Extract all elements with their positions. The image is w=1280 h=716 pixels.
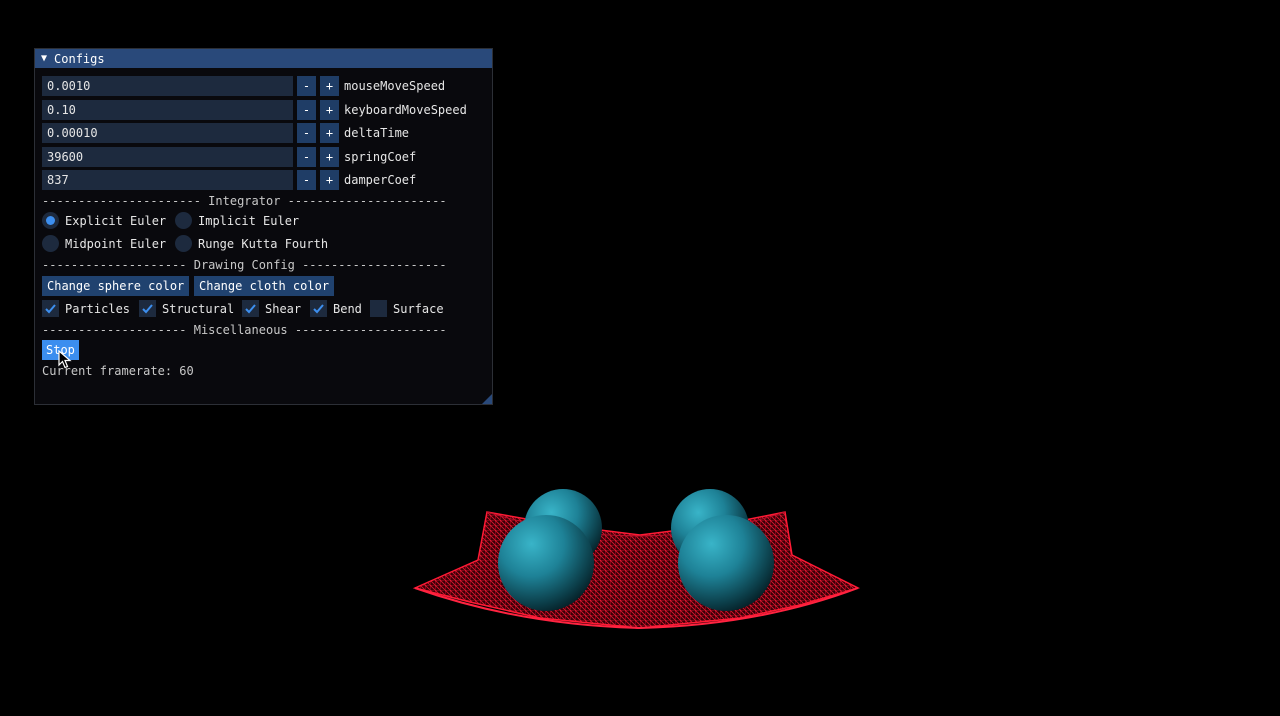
checkbox-label: Particles bbox=[65, 301, 131, 316]
checkmark-icon bbox=[313, 304, 324, 314]
param-row-keyboard-move-speed: 0.10 - + keyboardMoveSpeed bbox=[42, 100, 467, 120]
damper-coef-decrement-button[interactable]: - bbox=[297, 170, 316, 190]
spring-coef-decrement-button[interactable]: - bbox=[297, 147, 316, 167]
radio-button-icon[interactable] bbox=[175, 235, 192, 252]
integrator-separator: ---------------------- Integrator ------… bbox=[42, 194, 447, 208]
delta-time-input[interactable]: 0.00010 bbox=[42, 123, 293, 143]
drawing-config-separator: -------------------- Drawing Config ----… bbox=[42, 258, 447, 272]
damper-coef-input[interactable]: 837 bbox=[42, 170, 293, 190]
resize-grip[interactable] bbox=[482, 394, 492, 404]
checkbox-shear[interactable]: Shear bbox=[242, 300, 301, 317]
param-row-damper-coef: 837 - + damperCoef bbox=[42, 170, 416, 190]
checkbox-label: Structural bbox=[162, 301, 235, 316]
checkmark-icon bbox=[245, 304, 256, 314]
mouse-cursor-icon bbox=[58, 350, 72, 369]
checkbox-icon[interactable] bbox=[42, 300, 59, 317]
checkbox-particles[interactable]: Particles bbox=[42, 300, 130, 317]
checkmark-icon bbox=[142, 304, 153, 314]
checkbox-label: Shear bbox=[265, 301, 302, 316]
spring-coef-label: springCoef bbox=[344, 150, 417, 164]
checkbox-icon[interactable] bbox=[310, 300, 327, 317]
collapse-arrow-icon[interactable]: ▼ bbox=[41, 53, 47, 64]
delta-time-decrement-button[interactable]: - bbox=[297, 123, 316, 143]
param-row-delta-time: 0.00010 - + deltaTime bbox=[42, 123, 409, 143]
keyboard-move-speed-increment-button[interactable]: + bbox=[320, 100, 339, 120]
radio-button-icon[interactable] bbox=[175, 212, 192, 229]
keyboard-move-speed-label: keyboardMoveSpeed bbox=[344, 103, 467, 117]
window-title: Configs bbox=[54, 51, 105, 66]
checkbox-surface[interactable]: Surface bbox=[370, 300, 444, 317]
framerate-text: Current framerate: 60 bbox=[42, 364, 194, 378]
delta-time-increment-button[interactable]: + bbox=[320, 123, 339, 143]
checkbox-label: Bend bbox=[333, 301, 362, 316]
checkbox-structural[interactable]: Structural bbox=[139, 300, 234, 317]
radio-explicit-euler[interactable]: Explicit Euler bbox=[42, 212, 166, 229]
param-row-spring-coef: 39600 - + springCoef bbox=[42, 147, 416, 167]
damper-coef-label: damperCoef bbox=[344, 173, 417, 187]
radio-button-icon[interactable] bbox=[42, 235, 59, 252]
sphere bbox=[498, 515, 594, 611]
sphere bbox=[678, 515, 774, 611]
spring-coef-input[interactable]: 39600 bbox=[42, 147, 293, 167]
checkbox-icon[interactable] bbox=[242, 300, 259, 317]
damper-coef-increment-button[interactable]: + bbox=[320, 170, 339, 190]
radio-runge-kutta-fourth[interactable]: Runge Kutta Fourth bbox=[175, 235, 328, 252]
keyboard-move-speed-input[interactable]: 0.10 bbox=[42, 100, 293, 120]
radio-label: Midpoint Euler bbox=[65, 236, 167, 251]
change-sphere-color-button[interactable]: Change sphere color bbox=[42, 276, 190, 296]
checkbox-label: Surface bbox=[393, 301, 444, 316]
change-cloth-color-button[interactable]: Change cloth color bbox=[194, 276, 335, 296]
checkmark-icon bbox=[45, 304, 56, 314]
delta-time-label: deltaTime bbox=[344, 126, 410, 140]
mouse-move-speed-decrement-button[interactable]: - bbox=[297, 76, 316, 96]
checkbox-icon[interactable] bbox=[139, 300, 156, 317]
mouse-move-speed-input[interactable]: 0.0010 bbox=[42, 76, 293, 96]
mouse-move-speed-label: mouseMoveSpeed bbox=[344, 79, 446, 93]
checkbox-icon[interactable] bbox=[370, 300, 387, 317]
configs-window[interactable]: ▼ Configs 0.0010 - + mouseMoveSpeed 0.10… bbox=[34, 48, 493, 405]
keyboard-move-speed-decrement-button[interactable]: - bbox=[297, 100, 316, 120]
radio-label: Runge Kutta Fourth bbox=[198, 236, 329, 251]
radio-button-icon[interactable] bbox=[42, 212, 59, 229]
radio-midpoint-euler[interactable]: Midpoint Euler bbox=[42, 235, 166, 252]
radio-implicit-euler[interactable]: Implicit Euler bbox=[175, 212, 299, 229]
param-row-mouse-move-speed: 0.0010 - + mouseMoveSpeed bbox=[42, 76, 445, 96]
radio-label: Explicit Euler bbox=[65, 213, 167, 228]
radio-label: Implicit Euler bbox=[198, 213, 300, 228]
cloth-mesh bbox=[412, 511, 861, 630]
spring-coef-increment-button[interactable]: + bbox=[320, 147, 339, 167]
checkbox-bend[interactable]: Bend bbox=[310, 300, 362, 317]
window-titlebar[interactable]: ▼ Configs bbox=[35, 49, 492, 68]
mouse-move-speed-increment-button[interactable]: + bbox=[320, 76, 339, 96]
miscellaneous-separator: -------------------- Miscellaneous -----… bbox=[42, 323, 447, 337]
